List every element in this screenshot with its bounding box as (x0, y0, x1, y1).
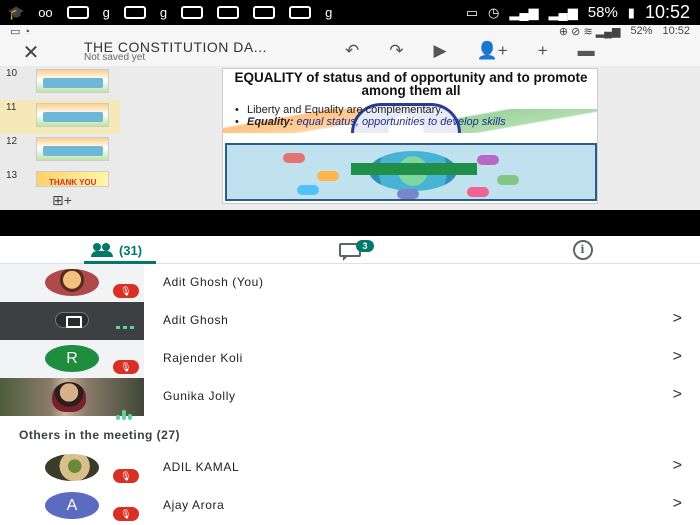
people-icon (90, 243, 113, 257)
info-icon: i (572, 240, 593, 260)
slides-workspace: 10 11 12 13 THANK YOU ⊞+ EQUALITY of sta… (0, 66, 700, 210)
slides-toolbar: ✕ THE CONSTITUTION DA... Not saved yet ↶… (0, 39, 700, 66)
add-icon[interactable]: + (538, 41, 548, 61)
shared-status-bar: ▭ ◔ ⊕ ⊘ ≋ ▂▄▆ 52% 10:52 (0, 25, 700, 39)
slide-image (225, 143, 597, 201)
play-icon[interactable]: ▶ (434, 41, 447, 61)
meeting-tabs: (31) 3 i (0, 236, 700, 264)
avatar (45, 454, 99, 481)
youtube-icon (253, 6, 276, 19)
glasses-icon: oo (38, 5, 53, 20)
battery-percent: 52% (630, 25, 653, 37)
mic-off-icon: 🎙 (113, 469, 139, 483)
signal-icon: ⊕ ⊘ ≋ ▂▄▆ (558, 26, 621, 38)
participant-row[interactable]: Adit Ghosh > (0, 302, 700, 340)
mic-off-icon: 🎙 (113, 507, 139, 521)
mail-icon (289, 6, 312, 19)
avatar (45, 269, 99, 296)
status-bar: 🎓 oo g g g ▭ ◷ ▂▄▆ ▂▄▆ 58% ▮ 10:52 (0, 0, 700, 25)
thumbnail-slide-10[interactable]: 10 (0, 66, 120, 100)
participant-row[interactable]: 🎙 ADIL KAMAL > (0, 449, 700, 487)
others-section-header: Others in the meeting (27) (19, 428, 181, 442)
participant-name: Rajender Koli (163, 351, 243, 365)
clock: 10:52 (644, 2, 690, 22)
image-icon (66, 6, 89, 19)
redo-icon[interactable]: ↷ (389, 41, 403, 61)
g-icon: g (325, 5, 333, 20)
participant-name: Adit Ghosh (163, 313, 229, 327)
participant-name: Adit Ghosh (You) (163, 275, 264, 289)
participant-row[interactable]: R 🎙 Rajender Koli > (0, 340, 700, 378)
add-slide-icon[interactable]: ⊞+ (52, 192, 72, 209)
avatar: R (45, 345, 99, 372)
thumbnail-slide-11[interactable]: 11 (0, 100, 120, 134)
signal-icon: ▂▄▆ (548, 5, 578, 20)
slide-bullets: Liberty and Equality are complementary. … (233, 105, 506, 129)
notification-icon: ▭ ◔ (10, 26, 31, 38)
participant-name: ADIL KAMAL (163, 460, 240, 474)
undo-icon[interactable]: ↶ (345, 41, 359, 61)
speaking-indicator-icon (116, 402, 136, 420)
youtube-icon (181, 6, 204, 19)
participant-list: 🎙 Adit Ghosh (You) Adit Ghosh > R 🎙 Raje… (0, 264, 700, 525)
save-status: Not saved yet (84, 52, 146, 63)
participant-name: Gunika Jolly (163, 389, 236, 403)
close-icon[interactable]: ✕ (20, 40, 42, 65)
participant-row[interactable]: 🎙 Adit Ghosh (You) (0, 264, 700, 302)
tab-chat[interactable] (233, 236, 466, 264)
g-icon: g (102, 5, 110, 20)
thumbnail-slide-13[interactable]: 13 THANK YOU (0, 168, 120, 188)
slide-bullet: Equality: equal status, opportunities to… (233, 117, 506, 129)
people-count: (31) (118, 242, 143, 258)
audio-dots-icon (116, 326, 134, 329)
cast-icon: ▭ (465, 5, 478, 20)
chevron-right-icon[interactable]: > (673, 348, 682, 366)
slide-bullet: Liberty and Equality are complementary. (233, 105, 506, 117)
current-slide[interactable]: EQUALITY of status and of opportunity an… (222, 68, 598, 204)
participant-row[interactable]: A 🎙 Ajay Arora > (0, 487, 700, 525)
tab-people[interactable]: (31) (0, 236, 233, 264)
chevron-right-icon[interactable]: > (673, 310, 682, 328)
wifi-app-icon (123, 6, 146, 19)
battery-icon: ▮ (627, 5, 635, 20)
participant-name: Ajay Arora (163, 498, 225, 512)
slide-title: EQUALITY of status and of opportunity an… (234, 70, 588, 98)
tab-info[interactable]: i (466, 236, 699, 264)
g-icon: g (159, 5, 168, 20)
chat-unread-badge: 3 (356, 240, 374, 252)
graduation-cap-icon: 🎓 (8, 5, 25, 20)
chevron-right-icon[interactable]: > (673, 386, 682, 404)
slide-thumbnails: 10 11 12 13 THANK YOU ⊞+ (0, 66, 120, 210)
participant-row[interactable]: Gunika Jolly > (0, 378, 700, 420)
signal-icon: ▂▄▆ (509, 5, 539, 20)
avatar: A (45, 492, 99, 519)
youtube-icon (217, 6, 240, 19)
notification-icons: 🎓 oo g g g (8, 2, 332, 23)
thumbnail-slide-12[interactable]: 12 (0, 134, 120, 168)
alarm-icon: ◷ (487, 5, 500, 20)
add-person-icon[interactable]: 👤+ (477, 41, 508, 61)
chevron-right-icon[interactable]: > (673, 457, 682, 475)
mic-off-icon: 🎙 (113, 360, 139, 374)
mic-off-icon: 🎙 (113, 284, 139, 298)
comment-icon[interactable]: ▬ (578, 41, 595, 61)
clock: 10:52 (662, 25, 690, 37)
battery-percent: 58% (587, 4, 618, 21)
chevron-right-icon[interactable]: > (673, 495, 682, 513)
screen-share-icon (55, 312, 89, 328)
